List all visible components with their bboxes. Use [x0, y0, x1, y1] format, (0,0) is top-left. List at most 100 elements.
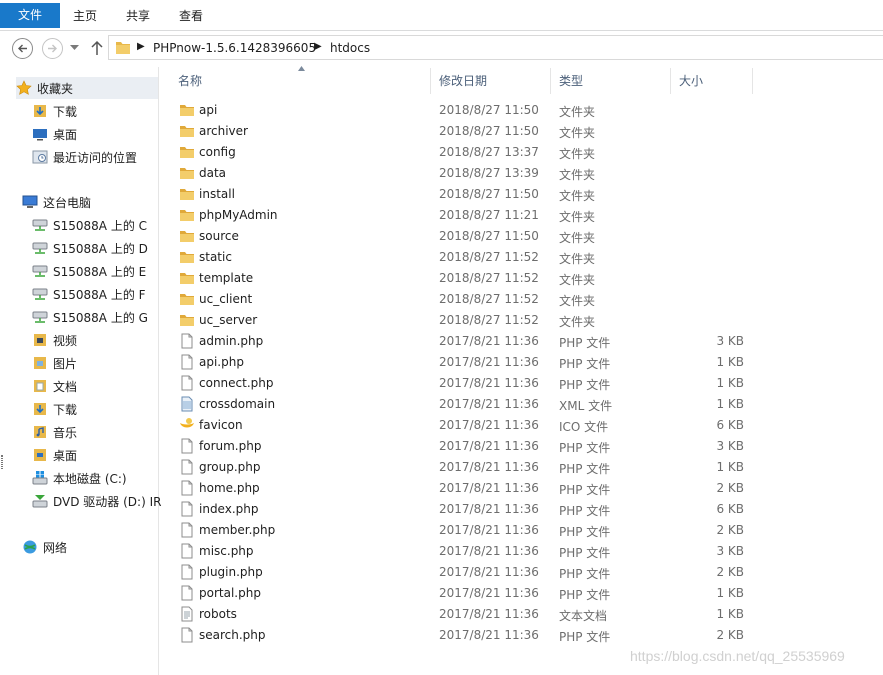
nav-item-drive-e[interactable]: S15088A 上的 E: [32, 260, 146, 282]
column-header-size[interactable]: 大小: [671, 68, 753, 94]
file-type: 文件夹: [559, 126, 596, 140]
file-size: 1 KB: [716, 607, 744, 621]
file-size: 6 KB: [716, 502, 744, 516]
file-name: api.php: [199, 355, 244, 369]
watermark: https://blog.csdn.net/qq_25535969: [630, 648, 845, 664]
file-type: 文本文档: [559, 609, 608, 623]
file-size: 3 KB: [716, 544, 744, 558]
file-row[interactable]: home.php 2017/8/21 11:36 PHP 文件 2 KB: [170, 478, 770, 499]
file-type: 文件夹: [559, 168, 596, 182]
tab-view[interactable]: 查看: [166, 4, 216, 28]
file-date: 2017/8/21 11:36: [439, 628, 539, 642]
column-header-name[interactable]: 名称: [170, 68, 431, 94]
nav-item-downloads-library[interactable]: 下载: [32, 398, 77, 420]
folder-icon: [179, 165, 195, 181]
file-row[interactable]: data 2018/8/27 13:39 文件夹: [170, 163, 770, 184]
file-date: 2017/8/21 11:36: [439, 565, 539, 579]
file-size: 1 KB: [716, 586, 744, 600]
documents-folder-icon: [32, 378, 48, 394]
file-row[interactable]: install 2018/8/27 11:50 文件夹: [170, 184, 770, 205]
file-name: home.php: [199, 481, 260, 495]
file-row[interactable]: source 2018/8/27 11:50 文件夹: [170, 226, 770, 247]
file-name: phpMyAdmin: [199, 208, 278, 222]
file-row[interactable]: config 2018/8/27 13:37 文件夹: [170, 142, 770, 163]
file-row[interactable]: template 2018/8/27 11:52 文件夹: [170, 268, 770, 289]
nav-item-documents[interactable]: 文档: [32, 375, 77, 397]
tab-file[interactable]: 文件: [0, 3, 60, 28]
file-row[interactable]: favicon 2017/8/21 11:36 ICO 文件 6 KB: [170, 415, 770, 436]
nav-item-videos[interactable]: 视频: [32, 329, 77, 351]
tab-share[interactable]: 共享: [113, 4, 163, 28]
downloads-folder-icon: [32, 103, 48, 119]
nav-label: S15088A 上的 D: [53, 241, 148, 256]
nav-item-drive-d[interactable]: S15088A 上的 D: [32, 237, 148, 259]
file-row[interactable]: phpMyAdmin 2018/8/27 11:21 文件夹: [170, 205, 770, 226]
file-date: 2018/8/27 11:50: [439, 229, 539, 243]
nav-label: 视频: [53, 333, 78, 348]
nav-network[interactable]: 网络: [22, 536, 67, 558]
nav-item-desktop-library[interactable]: 桌面: [32, 444, 77, 466]
column-header-type[interactable]: 类型: [551, 68, 671, 94]
forward-button[interactable]: [42, 38, 63, 59]
nav-this-pc[interactable]: 这台电脑: [22, 191, 91, 213]
file-row[interactable]: admin.php 2017/8/21 11:36 PHP 文件 3 KB: [170, 331, 770, 352]
dvd-drive-icon: [32, 493, 48, 509]
recent-locations-chevron-icon[interactable]: [70, 45, 79, 51]
nav-item-local-disk-c[interactable]: 本地磁盘 (C:): [32, 467, 127, 489]
nav-item-drive-c[interactable]: S15088A 上的 C: [32, 214, 147, 236]
file-row[interactable]: plugin.php 2017/8/21 11:36 PHP 文件 2 KB: [170, 562, 770, 583]
file-type: PHP 文件: [559, 546, 611, 560]
up-arrow-icon[interactable]: [90, 40, 104, 56]
file-row[interactable]: group.php 2017/8/21 11:36 PHP 文件 1 KB: [170, 457, 770, 478]
file-row[interactable]: api.php 2017/8/21 11:36 PHP 文件 1 KB: [170, 352, 770, 373]
nav-label: 这台电脑: [43, 195, 92, 210]
breadcrumb-htdocs[interactable]: htdocs: [330, 41, 370, 55]
file-row[interactable]: misc.php 2017/8/21 11:36 PHP 文件 3 KB: [170, 541, 770, 562]
nav-label: 网络: [43, 540, 68, 555]
file-row[interactable]: archiver 2018/8/27 11:50 文件夹: [170, 121, 770, 142]
nav-item-drive-g[interactable]: S15088A 上的 G: [32, 306, 148, 328]
file-name: group.php: [199, 460, 261, 474]
nav-item-drive-f[interactable]: S15088A 上的 F: [32, 283, 146, 305]
file-row[interactable]: robots 2017/8/21 11:36 文本文档 1 KB: [170, 604, 770, 625]
php-file-icon: [179, 543, 195, 559]
address-row: ▶ PHPnow-1.5.6.1428396605 ▶ htdocs: [0, 31, 883, 65]
nav-item-dvd-drive[interactable]: DVD 驱动器 (D:) IR: [32, 490, 161, 512]
file-row[interactable]: uc_server 2018/8/27 11:52 文件夹: [170, 310, 770, 331]
file-type: PHP 文件: [559, 504, 611, 518]
file-name: archiver: [199, 124, 248, 138]
file-row[interactable]: portal.php 2017/8/21 11:36 PHP 文件 1 KB: [170, 583, 770, 604]
file-row[interactable]: api 2018/8/27 11:50 文件夹: [170, 100, 770, 121]
nav-item-music[interactable]: 音乐: [32, 421, 77, 443]
nav-item-recent-places[interactable]: 最近访问的位置: [32, 146, 137, 168]
file-row[interactable]: forum.php 2017/8/21 11:36 PHP 文件 3 KB: [170, 436, 770, 457]
back-arrow-icon: [18, 44, 27, 53]
file-row[interactable]: uc_client 2018/8/27 11:52 文件夹: [170, 289, 770, 310]
breadcrumb-phpnow[interactable]: PHPnow-1.5.6.1428396605: [153, 41, 316, 55]
file-name: misc.php: [199, 544, 254, 558]
folder-icon: [179, 291, 195, 307]
pane-splitter-grip[interactable]: [1, 455, 3, 469]
tab-home[interactable]: 主页: [60, 4, 110, 28]
file-date: 2017/8/21 11:36: [439, 397, 539, 411]
php-file-icon: [179, 564, 195, 580]
nav-label: DVD 驱动器 (D:) IR: [53, 494, 162, 509]
php-file-icon: [179, 375, 195, 391]
address-bar[interactable]: ▶ PHPnow-1.5.6.1428396605 ▶ htdocs: [108, 35, 883, 60]
nav-item-downloads[interactable]: 下载: [32, 100, 77, 122]
nav-item-desktop[interactable]: 桌面: [32, 123, 77, 145]
file-row[interactable]: crossdomain 2017/8/21 11:36 XML 文件 1 KB: [170, 394, 770, 415]
file-row[interactable]: index.php 2017/8/21 11:36 PHP 文件 6 KB: [170, 499, 770, 520]
file-row[interactable]: static 2018/8/27 11:52 文件夹: [170, 247, 770, 268]
back-button[interactable]: [12, 38, 33, 59]
file-row[interactable]: member.php 2017/8/21 11:36 PHP 文件 2 KB: [170, 520, 770, 541]
ico-file-icon: [179, 417, 195, 433]
file-size: 1 KB: [716, 376, 744, 390]
folder-icon: [179, 144, 195, 160]
nav-favorites[interactable]: 收藏夹: [16, 77, 158, 99]
file-row[interactable]: connect.php 2017/8/21 11:36 PHP 文件 1 KB: [170, 373, 770, 394]
file-row[interactable]: search.php 2017/8/21 11:36 PHP 文件 2 KB: [170, 625, 770, 646]
nav-item-pictures[interactable]: 图片: [32, 352, 77, 374]
nav-label: S15088A 上的 E: [53, 264, 147, 279]
column-header-date[interactable]: 修改日期: [431, 68, 551, 94]
